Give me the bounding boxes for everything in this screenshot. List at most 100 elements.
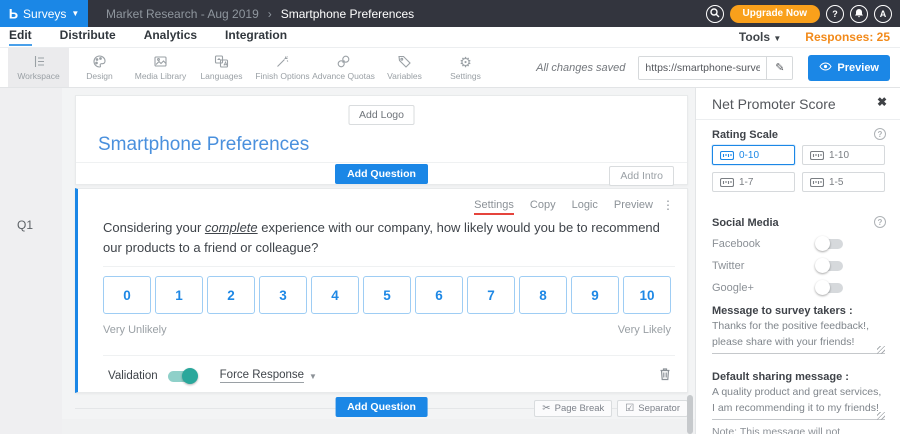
tools-dropdown[interactable]: Tools ▼ <box>739 30 781 44</box>
nps-option-8[interactable]: 8 <box>519 276 567 314</box>
canvas-scrollbar-thumb[interactable] <box>687 395 693 434</box>
add-question-button-top[interactable]: Add Question <box>335 164 428 184</box>
menu-item-analytics[interactable]: Analytics <box>144 28 197 46</box>
avatar[interactable]: A <box>874 5 892 23</box>
close-icon[interactable]: ✖ <box>877 95 887 109</box>
page-break-button[interactable]: ✂Page Break <box>534 400 612 417</box>
kebab-menu-icon[interactable]: ⋮ <box>662 198 674 212</box>
save-status: All changes saved <box>536 62 625 74</box>
googleplus-toggle[interactable] <box>817 283 843 293</box>
toolbar-item-advance-quotas[interactable]: Advance Quotas <box>313 48 374 87</box>
checkbox-icon: ☑ <box>625 403 634 414</box>
menu-item-distribute[interactable]: Distribute <box>60 28 116 46</box>
twitter-row: Twitter <box>712 260 885 272</box>
nps-option-2[interactable]: 2 <box>207 276 255 314</box>
survey-header-card: Add Logo Smartphone Preferences Add Ques… <box>75 95 688 185</box>
breadcrumb-current: Smartphone Preferences <box>281 7 414 21</box>
toolbar-item-variables[interactable]: Variables <box>374 48 435 87</box>
message-to-takers-input[interactable]: Thanks for the positive feedback!, pleas… <box>712 318 885 354</box>
product-switcher[interactable]: P Surveys ▼ <box>0 0 88 27</box>
delete-question-button[interactable] <box>659 367 671 386</box>
rating-scale-help-icon[interactable]: ? <box>874 128 886 140</box>
validation-type-dropdown[interactable]: Force Response <box>220 369 304 383</box>
chain-links-icon <box>336 54 351 69</box>
sharing-note: Note: This message will not <box>712 426 840 434</box>
social-media-label: Social Media <box>712 217 779 229</box>
help-button[interactable]: ? <box>826 5 844 23</box>
toolbar-item-media-library[interactable]: Media Library <box>130 48 191 87</box>
responses-count[interactable]: Responses: 25 <box>805 30 890 44</box>
toolbar-item-workspace[interactable]: Workspace <box>8 48 69 87</box>
validation-toggle[interactable] <box>168 371 196 382</box>
resize-handle-icon[interactable] <box>877 346 885 354</box>
facebook-label: Facebook <box>712 238 760 250</box>
nps-option-4[interactable]: 4 <box>311 276 359 314</box>
search-icon <box>710 8 720 20</box>
toolbar-right: All changes saved ✎ Preview <box>536 48 900 87</box>
question-text[interactable]: Considering your complete experience wit… <box>103 218 668 258</box>
add-question-button-bottom[interactable]: Add Question <box>335 397 428 417</box>
survey-title[interactable]: Smartphone Preferences <box>98 134 309 156</box>
resize-handle-icon[interactable] <box>877 412 885 420</box>
tab-logic[interactable]: Logic <box>572 199 598 215</box>
separator-button[interactable]: ☑Separator <box>617 400 688 417</box>
twitter-toggle[interactable] <box>817 261 843 271</box>
upgrade-now-button[interactable]: Upgrade Now <box>730 5 820 23</box>
default-sharing-input[interactable]: A quality product and great services, I … <box>712 384 885 420</box>
scale-option-1-10[interactable]: 1-10 <box>802 145 885 165</box>
toolbar-item-languages[interactable]: Languages <box>191 48 252 87</box>
menu-right: Tools ▼ Responses: 25 <box>739 30 900 44</box>
question-settings-panel: Net Promoter Score ✖ Rating Scale ? 0-10… <box>695 88 900 434</box>
tab-preview[interactable]: Preview <box>614 199 653 215</box>
main-area: Q1 Add Logo Smartphone Preferences Add Q… <box>0 88 900 434</box>
eye-icon <box>819 62 832 74</box>
menu-bar: Edit Distribute Analytics Integration To… <box>0 27 900 48</box>
nps-option-9[interactable]: 9 <box>571 276 619 314</box>
edit-url-button[interactable]: ✎ <box>766 57 792 79</box>
topbar-actions: Upgrade Now ? A <box>706 5 900 23</box>
tab-copy[interactable]: Copy <box>530 199 556 215</box>
next-page-placeholder <box>62 419 695 434</box>
add-intro-button[interactable]: Add Intro <box>609 166 674 186</box>
facebook-toggle[interactable] <box>817 239 843 249</box>
top-bar: P Surveys ▼ Market Research - Aug 2019 ›… <box>0 0 900 27</box>
default-sharing-label: Default sharing message : <box>712 371 849 383</box>
divider <box>696 119 900 120</box>
nps-option-10[interactable]: 10 <box>623 276 671 314</box>
scale-option-1-5[interactable]: 1-5 <box>802 172 885 192</box>
toolbar-item-settings[interactable]: ⚙ Settings <box>435 48 496 87</box>
nps-option-3[interactable]: 3 <box>259 276 307 314</box>
nps-scale: 0 1 2 3 4 5 6 7 8 9 10 <box>103 276 671 314</box>
breadcrumb-folder[interactable]: Market Research - Aug 2019 <box>106 7 259 21</box>
toolbar-item-finish-options[interactable]: Finish Options <box>252 48 313 87</box>
chevron-down-icon[interactable]: ▼ <box>309 372 317 381</box>
search-button[interactable] <box>706 5 724 23</box>
scale-option-1-7[interactable]: 1-7 <box>712 172 795 192</box>
tab-settings[interactable]: Settings <box>474 199 514 215</box>
nps-option-1[interactable]: 1 <box>155 276 203 314</box>
scale-option-0-10[interactable]: 0-10 <box>712 145 795 165</box>
add-question-row: Add Question ✂Page Break ☑Separator <box>75 397 688 419</box>
nps-option-0[interactable]: 0 <box>103 276 151 314</box>
notifications-button[interactable] <box>850 5 868 23</box>
toggle-knob <box>815 236 830 251</box>
nps-option-6[interactable]: 6 <box>415 276 463 314</box>
survey-url-input[interactable] <box>639 57 766 79</box>
header-card-footer: Add Question <box>76 162 687 186</box>
toolbar-items: Workspace Design Media Library Languages… <box>0 48 496 87</box>
menu-item-edit[interactable]: Edit <box>9 28 32 46</box>
question-text-emphasis: complete <box>205 220 258 235</box>
add-logo-button[interactable]: Add Logo <box>348 105 415 125</box>
toolbar-item-design[interactable]: Design <box>69 48 130 87</box>
nps-option-7[interactable]: 7 <box>467 276 515 314</box>
breadcrumb: Market Research - Aug 2019 › Smartphone … <box>106 7 414 21</box>
googleplus-row: Google+ <box>712 282 885 294</box>
preview-button[interactable]: Preview <box>808 55 890 81</box>
divider <box>103 266 675 267</box>
translate-icon <box>214 54 229 69</box>
image-icon <box>153 54 168 69</box>
social-media-help-icon[interactable]: ? <box>874 216 886 228</box>
menu-item-integration[interactable]: Integration <box>225 28 287 46</box>
nps-option-5[interactable]: 5 <box>363 276 411 314</box>
menu-items: Edit Distribute Analytics Integration <box>0 28 287 46</box>
